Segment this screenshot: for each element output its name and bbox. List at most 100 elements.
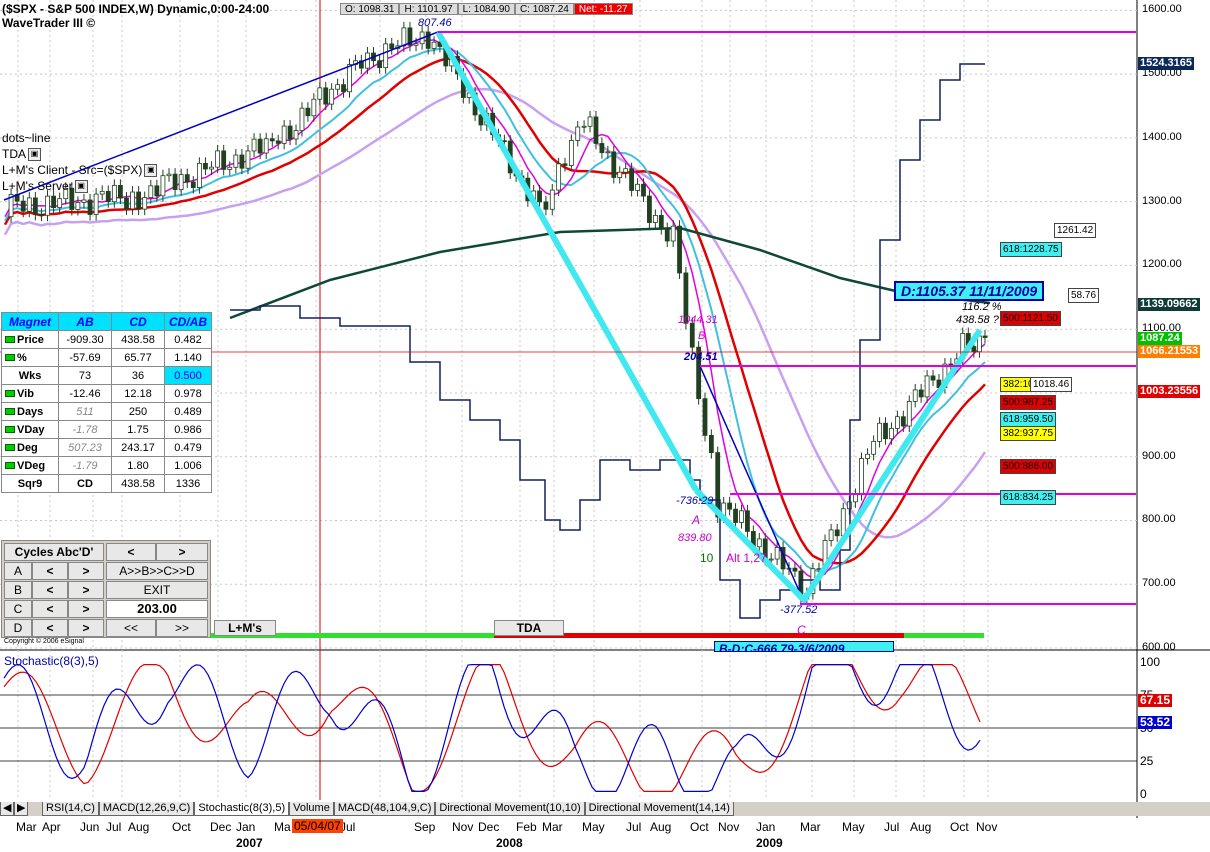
candle-body [647,195,652,223]
candle-body [745,510,750,532]
c-label: C [797,623,806,637]
candle-body [894,416,900,429]
led-icon [5,444,15,452]
d-target-box: D:1105.37 11/11/2009 [894,281,1045,301]
study-item[interactable]: L+M's Server ▣ [2,178,157,194]
study-item[interactable]: L+M's Client - Src=($SPX) ▣ [2,162,158,178]
tab-directional-10[interactable]: Directional Movement(10,10) [435,802,585,816]
candle-body [39,213,44,216]
candle-body [670,225,676,242]
candle-body [341,84,346,93]
row-d-left-button[interactable]: < [32,619,68,637]
candle-body [549,189,555,210]
tab-stochastic[interactable]: Stochastic(8(3),5) [194,802,290,816]
candle-body [178,174,184,190]
candle-body [245,150,251,169]
stoch-pane [0,652,1137,800]
tab-macd[interactable]: MACD(12,26,9,C) [98,802,195,816]
row-d-right-button[interactable]: > [68,619,104,637]
year-label: 2008 [496,836,523,850]
month-label: May [582,820,605,834]
tab-scroll-left[interactable]: ◀ [0,802,14,816]
candle-body [263,138,269,154]
fib-level-label: 1018.46 [1030,377,1073,392]
study-label: L+M's Client - Src=($SPX) [2,163,143,177]
chart-title: ($SPX - S&P 500 INDEX,W) Dynamic,0:00-24… [2,2,269,30]
row-c-left-button[interactable]: < [32,600,68,618]
next-button[interactable]: >> [156,619,208,637]
study-label: TDA [2,147,26,161]
candle-body [641,183,646,197]
tab-volume[interactable]: Volume [289,802,334,816]
ohlc-bar: O: 1098.31 H: 1101.97 L: 1084.90 C: 1087… [340,3,633,15]
row-a-left-button[interactable]: < [32,562,68,580]
candle-body [299,107,305,131]
sequence-button[interactable]: A>>B>>C>>D [106,562,208,580]
status-bar-green [904,633,984,638]
fib-level-label: 58.76 [1068,288,1100,303]
ratio-header: CD/AB [164,312,212,331]
candle-body [658,214,664,229]
month-label: Oct [690,820,709,834]
candle-body [562,163,568,166]
candle-body [617,171,623,178]
candle-body [605,151,611,154]
study-list: dots~line TDA ▣ L+M's Client - Src=($SPX)… [2,130,158,194]
month-label: Mar [542,820,563,834]
row-b-left-button[interactable]: < [32,581,68,599]
ab-move-annotation: 204.51 [684,351,718,363]
row-a-right-button[interactable]: > [68,562,104,580]
candle-body [575,126,581,141]
candle-body [172,173,178,190]
candle-body [912,389,918,402]
b-label: B [698,330,706,342]
candle-body [635,183,640,191]
table-row: VDay -1.78 1.75 0.986 [1,420,212,439]
tab-directional-14[interactable]: Directional Movement(14,14) [584,802,734,816]
candle-body [51,195,56,209]
month-label: Jan [236,820,256,834]
prev-button[interactable]: << [106,619,156,637]
net-value: Net: -11.27 [573,3,633,15]
alt-label: Alt 1,27 [726,551,767,565]
led-icon [5,408,15,416]
tab-macd-long[interactable]: MACD(48,104,9,C) [333,802,436,816]
candle-body [335,84,341,90]
candle-body [75,202,81,210]
fib-level-label: 500:987.25 [1000,395,1057,410]
cycles-right-button[interactable]: > [156,543,208,561]
candle-body [900,416,906,427]
a-value-annotation: 839.80 [678,532,712,544]
tab-scroll-right[interactable]: ▶ [14,802,28,816]
price-tick-label: 1300.00 [1142,194,1182,207]
candle-body [733,508,738,523]
study-item[interactable]: TDA ▣ [2,146,157,162]
cycles-left-button[interactable]: < [106,543,156,561]
candle-body [853,494,858,503]
magnet-table: Magnet AB CD CD/AB Price -909.30 438.58 0.4… [1,312,212,493]
month-label: Aug [128,820,150,834]
exit-button[interactable]: EXIT [106,581,208,599]
cycles-panel: Cycles Abc'D' < > A < > A>>B>>C>>D B < >… [1,540,211,638]
lock-icon[interactable]: ▣ [28,147,41,161]
row-c-label: C [4,600,32,618]
price-marker-box: 1087.24 [1138,332,1182,345]
candle-body [329,88,335,105]
ab-header: AB [58,312,112,331]
tab-rsi[interactable]: RSI(14,C) [42,802,99,816]
cursor-date: 05/04/07 [292,819,343,833]
candle-body [918,389,924,398]
study-item[interactable]: dots~line [2,130,157,146]
row-b-right-button[interactable]: > [68,581,104,599]
lock-icon[interactable]: ▣ [74,179,88,193]
price-tick-label: 1600.00 [1142,3,1182,16]
candle-body [629,168,635,191]
candle-body [311,98,317,117]
top-annotation: 807.46 [418,17,452,29]
candle-body [739,510,744,523]
lock-icon[interactable]: ▣ [144,163,158,177]
row-c-right-button[interactable]: > [68,600,104,618]
study-label: L+M's Server [2,179,73,193]
candle-body [239,154,245,169]
fib-level-label: 618:834.25 [1000,490,1057,505]
